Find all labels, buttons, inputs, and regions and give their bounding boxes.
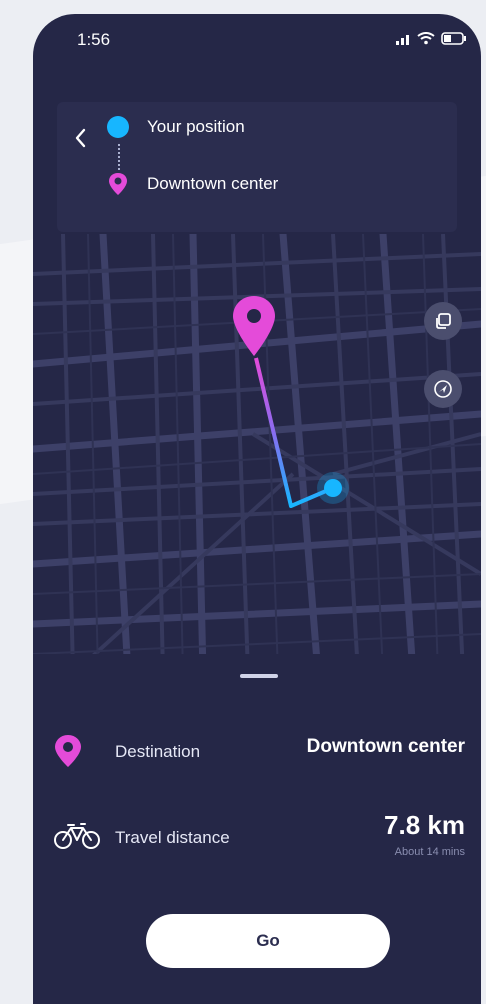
status-icons bbox=[395, 32, 467, 45]
battery-icon bbox=[441, 32, 466, 45]
sheet-handle[interactable] bbox=[240, 674, 278, 678]
bicycle-icon bbox=[54, 823, 100, 849]
destination-label: Downtown center bbox=[147, 174, 279, 193]
back-button[interactable] bbox=[69, 126, 93, 150]
destination-row[interactable]: Downtown center bbox=[107, 172, 278, 196]
map-pin-icon bbox=[109, 173, 127, 195]
route-connector bbox=[118, 144, 120, 170]
destination-info-value: Downtown center bbox=[306, 736, 465, 757]
map-pin-icon bbox=[55, 735, 81, 767]
distance-info-row: Travel distance 7.8 km About 14 mins bbox=[33, 804, 481, 864]
chevron-left-icon bbox=[75, 128, 86, 148]
destination-info-row: Destination Downtown center bbox=[33, 714, 481, 774]
wifi-icon bbox=[417, 32, 435, 45]
map-view[interactable] bbox=[33, 230, 481, 678]
location-dot-icon bbox=[107, 116, 129, 138]
navigation-arrow-icon bbox=[434, 380, 452, 398]
status-time: 1:56 bbox=[77, 30, 111, 49]
distance-value: 7.8 km bbox=[384, 810, 465, 840]
street-map bbox=[33, 230, 481, 678]
phone-screen: 1:56 Your position Downtown center Desti… bbox=[33, 14, 481, 1004]
layers-button[interactable] bbox=[424, 302, 462, 340]
origin-label: Your position bbox=[147, 117, 245, 136]
origin-marker bbox=[324, 479, 342, 497]
locate-button[interactable] bbox=[424, 370, 462, 408]
signal-icon bbox=[396, 34, 409, 45]
destination-info-label: Destination bbox=[115, 742, 201, 761]
distance-info-label: Travel distance bbox=[115, 828, 230, 847]
status-bar: 1:56 bbox=[33, 14, 481, 74]
go-button[interactable]: Go bbox=[146, 914, 390, 968]
eta-text: About 14 mins bbox=[394, 846, 465, 858]
route-card: Your position Downtown center bbox=[57, 102, 457, 232]
bottom-sheet: Destination Downtown center Travel dista… bbox=[33, 654, 481, 1004]
origin-row[interactable]: Your position bbox=[107, 116, 245, 138]
layers-icon bbox=[436, 313, 451, 329]
